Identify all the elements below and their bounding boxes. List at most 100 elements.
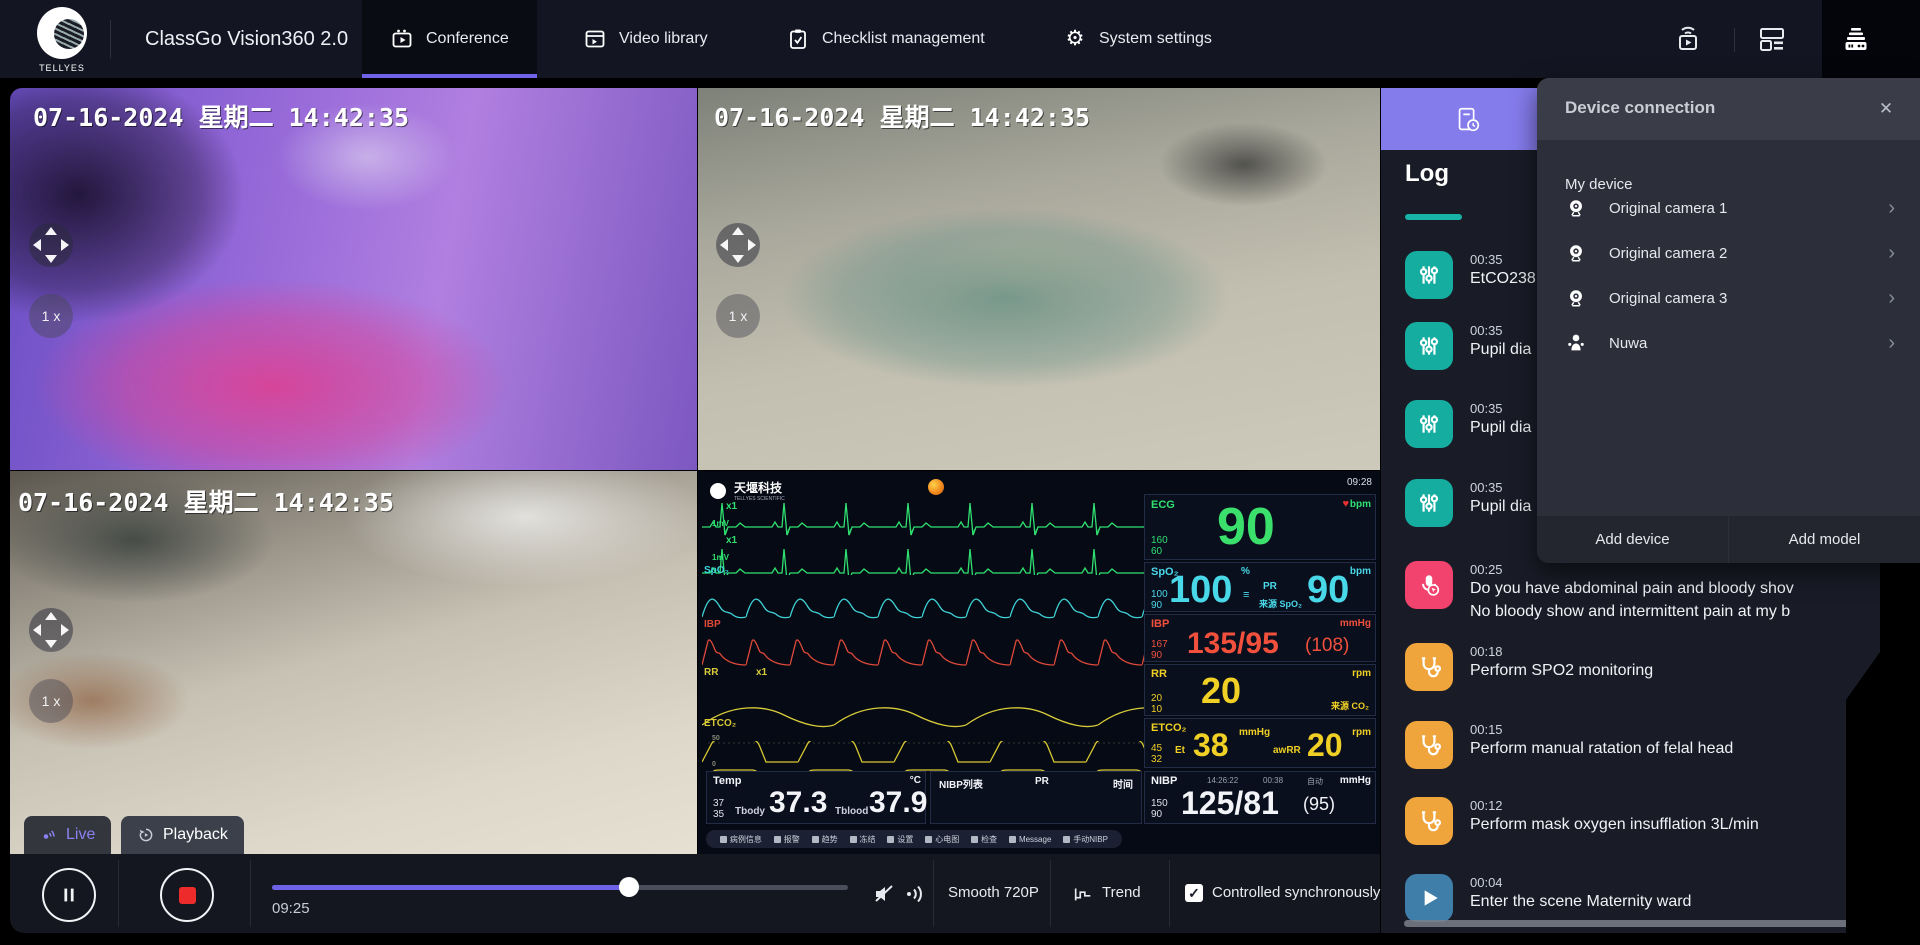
chevron-right-icon[interactable]: ›: [1888, 198, 1895, 218]
zoom-badge[interactable]: 1 x: [716, 294, 760, 338]
log-entry-voice[interactable]: 00:25 Do you have abdominal pain and blo…: [1405, 561, 1875, 633]
tab-label: Conference: [426, 30, 509, 48]
manual-nibp-icon: [1063, 836, 1070, 843]
etco2-grid-hi: 50: [712, 735, 720, 742]
ecg-hi: 160: [1151, 535, 1168, 546]
awrr-label: awRR: [1273, 745, 1301, 756]
log-entry-text: Perform mask oxygen insufflation 3L/min: [1470, 816, 1759, 834]
tbody-label: Tbody: [735, 806, 765, 817]
trend-button[interactable]: Trend: [1102, 884, 1141, 901]
monitor-toolbar: 病例信息 报警 趋势 冻结 设置 心电图 检查 Message 手动NIBP: [706, 830, 1122, 848]
spo2-wave-label: SpO₂: [704, 565, 729, 576]
manikin-icon: [1565, 332, 1587, 354]
bar-divider: [118, 860, 119, 927]
stop-record-button[interactable]: [160, 868, 214, 922]
nibp-list-pr-header: PR: [1035, 776, 1049, 787]
add-device-button[interactable]: Add device: [1537, 516, 1728, 563]
screen-cast-icon[interactable]: [1672, 23, 1704, 55]
device-row-nuwa[interactable]: Nuwa ›: [1565, 325, 1895, 361]
tab-conference[interactable]: Conference: [362, 0, 537, 78]
device-panel-title: Device connection: [1565, 98, 1715, 118]
device-name: Nuwa: [1609, 335, 1866, 352]
logo-text: TELLYES: [30, 63, 94, 73]
nibp-hi: 150: [1151, 798, 1168, 809]
device-row-camera-3[interactable]: Original camera 3 ›: [1565, 280, 1895, 316]
globe-icon: [54, 19, 84, 49]
pan-control[interactable]: [29, 608, 73, 652]
camera-feed-1: 07-16-2024 星期二 14:42:35 1 x: [10, 88, 697, 470]
quality-selector[interactable]: Smooth 720P: [948, 884, 1039, 901]
log-entry[interactable]: 00:15 Perform manual ratation of felal h…: [1405, 721, 1875, 781]
settings-icon-small: [887, 836, 894, 843]
ibp-mean: (108): [1305, 635, 1349, 657]
exam-icon: [971, 836, 978, 843]
chevron-right-icon[interactable]: ›: [1888, 333, 1895, 353]
nav-right-divider: [1734, 28, 1735, 52]
toolbar-item: 冻结: [850, 834, 876, 845]
log-entry-text: Pupil dia: [1470, 498, 1531, 516]
pan-control[interactable]: [29, 223, 73, 267]
tab-checklist-management[interactable]: Checklist management: [758, 0, 1013, 78]
volume-waves-icon[interactable]: [904, 882, 928, 906]
device-connection-panel: Device connection ✕ My device Original c…: [1537, 78, 1920, 563]
temp-label: Temp: [713, 775, 742, 787]
nibp-mode: 自动: [1307, 776, 1323, 787]
heart-icon: ♥: [1342, 498, 1349, 510]
log-scrollbar[interactable]: [1404, 920, 1856, 927]
temp-hi: 37: [713, 798, 724, 809]
etco2-unit: mmHg: [1239, 727, 1270, 738]
device-connection-icon[interactable]: [1840, 23, 1872, 55]
nibp-list-header: NIBP列表: [939, 776, 983, 791]
rr-gain-label: x1: [756, 667, 767, 678]
screen-layout-icon[interactable]: [1756, 23, 1788, 55]
close-icon[interactable]: ✕: [1873, 96, 1899, 122]
toolbar-item: 报警: [774, 834, 800, 845]
tab-playback[interactable]: Playback: [121, 816, 244, 854]
top-nav: TELLYES ClassGo Vision360 2.0 Conference…: [0, 0, 1920, 78]
stethoscope-icon: [1405, 797, 1453, 845]
background-notch: [1846, 652, 1880, 933]
log-entry[interactable]: 00:18 Perform SPO2 monitoring: [1405, 643, 1875, 703]
device-row-camera-2[interactable]: Original camera 2 ›: [1565, 235, 1895, 271]
log-entry-text: EtCO238: [1470, 270, 1536, 288]
pr-source: 来源 SpO₂: [1259, 597, 1302, 610]
mute-icon[interactable]: [872, 882, 896, 906]
chevron-right-icon[interactable]: ›: [1888, 243, 1895, 263]
device-name: Original camera 3: [1609, 290, 1866, 307]
tab-video-library[interactable]: Video library: [555, 0, 736, 78]
add-model-button[interactable]: Add model: [1729, 516, 1920, 563]
pr-value: 90: [1307, 571, 1349, 609]
webcam-icon: [1565, 242, 1587, 264]
device-row-camera-1[interactable]: Original camera 1 ›: [1565, 190, 1895, 226]
tab-live[interactable]: Live: [24, 816, 111, 854]
tab-system-settings[interactable]: ⚙ System settings: [1035, 0, 1240, 78]
trend-icon: [1072, 883, 1094, 905]
ecg-gain-label-2: x1: [726, 535, 737, 546]
sync-label: Controlled synchronously: [1212, 884, 1380, 901]
tbody-value: 37.3: [769, 788, 827, 818]
log-entry[interactable]: 00:12 Perform mask oxygen insufflation 3…: [1405, 797, 1875, 857]
log-document-icon: [1453, 105, 1483, 135]
chevron-right-icon[interactable]: ›: [1888, 288, 1895, 308]
progress-slider[interactable]: [272, 885, 848, 890]
pause-button[interactable]: [42, 868, 96, 922]
ibp-wave-label: IBP: [704, 619, 721, 630]
progress-thumb[interactable]: [619, 877, 639, 897]
toolbar-item: 手动NIBP: [1063, 834, 1108, 845]
toolbar-item: 心电图: [925, 834, 959, 845]
tab-label: Video library: [619, 30, 708, 48]
zoom-badge[interactable]: 1 x: [29, 294, 73, 338]
log-entry-time: 00:35: [1470, 480, 1503, 495]
current-time: 09:25: [272, 900, 310, 917]
zoom-badge[interactable]: 1 x: [29, 679, 73, 723]
nibp-lo: 90: [1151, 809, 1168, 820]
patient-monitor-feed: 天堰科技 TELLYES SCIENTIFIC 09:28: [698, 471, 1380, 854]
log-entry-time: 00:18: [1470, 644, 1503, 659]
log-entry-time: 00:15: [1470, 722, 1503, 737]
log-entry-text: Perform manual ratation of felal head: [1470, 740, 1733, 758]
log-entry-time: 00:35: [1470, 401, 1503, 416]
pan-control[interactable]: [716, 223, 760, 267]
rr-source: 来源 CO₂: [1331, 699, 1369, 712]
log-entry-time: 00:35: [1470, 252, 1503, 267]
sync-checkbox[interactable]: ✓: [1185, 884, 1203, 902]
